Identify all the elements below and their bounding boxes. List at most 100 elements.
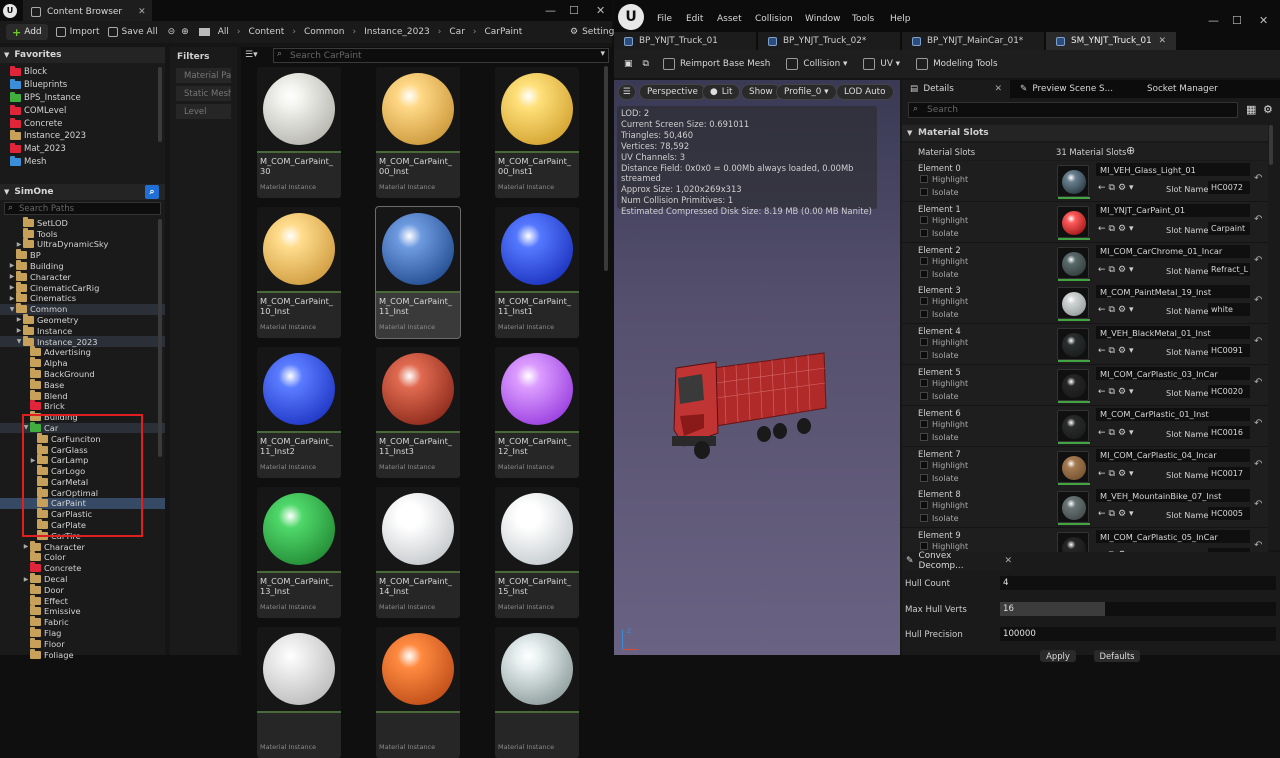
material-action-icons[interactable]: ←⧉⚙▾ bbox=[1098, 346, 1137, 356]
menu-item[interactable]: File bbox=[657, 14, 672, 24]
expand-arrow-icon[interactable]: ▶ bbox=[8, 262, 16, 269]
add-button[interactable]: + Add bbox=[6, 24, 48, 40]
tree-folder-item[interactable]: ▶ UltraDynamicSky bbox=[0, 238, 165, 250]
breadcrumb-item[interactable]: All bbox=[218, 27, 229, 37]
reset-arrow-icon[interactable]: ↶ bbox=[1254, 295, 1262, 306]
tree-folder-item[interactable]: Brick bbox=[0, 400, 165, 412]
material-thumbnail[interactable] bbox=[1057, 165, 1090, 199]
highlight-checkbox[interactable] bbox=[920, 175, 928, 183]
slot-name-field[interactable]: HC0091 bbox=[1208, 344, 1250, 358]
material-name-field[interactable]: M_COM_CarPlastic_01_Inst bbox=[1096, 407, 1250, 421]
expand-arrow-icon[interactable]: ▶ bbox=[8, 295, 16, 302]
details-scrollbar[interactable] bbox=[1269, 125, 1273, 165]
isolate-checkbox[interactable] bbox=[920, 432, 928, 441]
filter-chip[interactable]: Material Pa bbox=[176, 68, 231, 83]
menu-item[interactable]: Help bbox=[890, 14, 911, 24]
reset-arrow-icon[interactable]: ↶ bbox=[1254, 377, 1262, 388]
viewport-menu-button[interactable]: ☰ bbox=[618, 84, 636, 100]
tree-folder-item[interactable]: Blend bbox=[0, 389, 165, 401]
expand-arrow-icon[interactable]: ▶ bbox=[8, 273, 16, 280]
material-name-field[interactable]: MI_COM_CarPlastic_04_Incar bbox=[1096, 448, 1250, 462]
material-action-icons[interactable]: ←⧉⚙▾ bbox=[1098, 183, 1137, 193]
details-tab[interactable]: ▤ Details ✕ bbox=[902, 80, 1010, 98]
tree-folder-item[interactable]: ▼ Instance_2023 bbox=[0, 335, 165, 347]
asset-tile[interactable]: Material Instance bbox=[257, 627, 341, 758]
expand-arrow-icon[interactable]: ▶ bbox=[15, 316, 23, 323]
table-view-icon[interactable]: ▦ bbox=[1246, 103, 1256, 116]
minimize-icon[interactable]: — bbox=[1208, 14, 1219, 27]
material-action-icons[interactable]: ←⧉⚙▾ bbox=[1098, 224, 1137, 234]
favorite-item[interactable]: Mesh bbox=[0, 155, 165, 169]
tree-folder-item[interactable]: Color bbox=[0, 551, 165, 563]
filter-chip[interactable]: Level bbox=[176, 104, 231, 119]
highlight-checkbox[interactable] bbox=[920, 379, 928, 387]
close-tab-icon[interactable]: ✕ bbox=[995, 84, 1002, 94]
asset-tile[interactable]: M_COM_CarPaint_00_Inst Material Instance bbox=[376, 67, 460, 198]
details-search-input[interactable]: ⌕ Search bbox=[908, 102, 1238, 118]
highlight-checkbox[interactable] bbox=[920, 460, 928, 469]
material-thumbnail[interactable] bbox=[1057, 369, 1090, 403]
highlight-checkbox[interactable] bbox=[920, 419, 928, 428]
menu-item[interactable]: Asset bbox=[717, 14, 742, 24]
favorite-item[interactable]: Concrete bbox=[0, 117, 165, 130]
tree-folder-item[interactable]: Emissive bbox=[0, 605, 165, 617]
isolate-checkbox[interactable] bbox=[920, 514, 928, 523]
tree-folder-item[interactable]: BP bbox=[0, 249, 165, 261]
favorite-item[interactable]: BPS_Instance bbox=[0, 91, 165, 105]
uv-dropdown[interactable]: UV ▾ bbox=[863, 58, 900, 70]
tree-folder-item[interactable]: ▼ Common bbox=[0, 303, 165, 315]
close-tab-icon[interactable]: ✕ bbox=[138, 7, 146, 17]
menu-item[interactable]: Collision bbox=[755, 14, 793, 24]
material-thumbnail[interactable] bbox=[1057, 409, 1090, 444]
highlight-checkbox[interactable] bbox=[920, 215, 928, 224]
reset-arrow-icon[interactable]: ↶ bbox=[1254, 540, 1262, 551]
asset-tile[interactable]: M_COM_CarPaint_14_Inst Material Instance bbox=[376, 487, 460, 618]
perspective-button[interactable]: Perspective bbox=[639, 84, 706, 100]
tree-folder-item[interactable]: ▶ Character bbox=[0, 270, 165, 282]
tree-folder-item[interactable]: Alpha bbox=[0, 357, 165, 369]
tree-folder-item[interactable]: Base bbox=[0, 378, 165, 390]
tree-folder-item[interactable]: Concrete bbox=[0, 562, 165, 574]
material-name-field[interactable]: M_COM_PaintMetal_19_Inst bbox=[1096, 285, 1250, 299]
isolate-checkbox[interactable] bbox=[920, 269, 928, 278]
apply-button[interactable]: Apply bbox=[1040, 650, 1076, 662]
highlight-checkbox[interactable] bbox=[920, 501, 928, 510]
material-name-field[interactable]: M_VEH_MountainBike_07_Inst bbox=[1096, 489, 1250, 503]
isolate-checkbox[interactable] bbox=[920, 188, 928, 196]
search-paths-input[interactable]: Search Paths bbox=[4, 202, 161, 216]
profile-dropdown[interactable]: Profile_0 ▾ bbox=[776, 84, 837, 100]
asset-editor-tab[interactable]: BP_YNJT_Truck_01 bbox=[614, 32, 756, 50]
isolate-checkbox[interactable] bbox=[920, 392, 928, 400]
expand-arrow-icon[interactable]: ▶ bbox=[22, 576, 30, 583]
asset-tile[interactable]: M_COM_CarPaint_11_Inst1 Material Instance bbox=[495, 207, 579, 338]
tree-folder-item[interactable]: ▶ Character bbox=[0, 540, 165, 552]
material-name-field[interactable]: MI_COM_CarPlastic_03_InCar bbox=[1096, 367, 1250, 380]
reset-arrow-icon[interactable]: ↶ bbox=[1254, 418, 1262, 429]
favorite-item[interactable]: Block bbox=[0, 66, 165, 79]
tree-folder-item[interactable]: ▶ Instance bbox=[0, 324, 165, 336]
asset-tile[interactable]: M_COM_CarPaint_12_Inst Material Instance bbox=[495, 347, 579, 478]
collision-dropdown[interactable]: Collision ▾ bbox=[786, 58, 847, 70]
expand-arrow-icon[interactable]: ▼ bbox=[8, 306, 16, 313]
asset-tile[interactable]: M_COM_CarPaint_30 Material Instance bbox=[257, 67, 341, 198]
modeling-tools-button[interactable]: Modeling Tools bbox=[916, 58, 998, 70]
asset-tile[interactable]: M_COM_CarPaint_10_Inst Material Instance bbox=[257, 207, 341, 338]
material-name-field[interactable]: M_VEH_BlackMetal_01_Inst bbox=[1096, 326, 1250, 340]
material-thumbnail[interactable] bbox=[1057, 287, 1090, 322]
convex-tab[interactable]: ✎ Convex Decomp... ✕ bbox=[902, 551, 1012, 571]
max-hull-verts-slider[interactable]: 16 bbox=[1000, 602, 1276, 616]
material-action-icons[interactable]: ←⧉⚙▾ bbox=[1098, 509, 1137, 519]
menu-item[interactable]: Tools bbox=[852, 14, 874, 24]
asset-search-input[interactable]: ⌕ Search CarPaint ▾ bbox=[273, 48, 609, 63]
tree-folder-item[interactable]: Floor bbox=[0, 637, 165, 649]
asset-tile[interactable]: M_COM_CarPaint_00_Inst1 Material Instance bbox=[495, 67, 579, 198]
asset-tile[interactable]: Material Instance bbox=[376, 627, 460, 758]
material-action-icons[interactable]: ←⧉⚙▾ bbox=[1098, 305, 1137, 315]
material-thumbnail[interactable] bbox=[1057, 450, 1090, 485]
filter-chip[interactable]: Static Mesh bbox=[176, 86, 231, 101]
details-tab[interactable]: ✎ Preview Scene S... bbox=[1012, 80, 1132, 98]
favorite-item[interactable]: Blueprints bbox=[0, 79, 165, 92]
reset-arrow-icon[interactable]: ↶ bbox=[1254, 214, 1262, 225]
expand-arrow-icon[interactable]: ▶ bbox=[15, 241, 23, 248]
lod-dropdown[interactable]: LOD Auto bbox=[836, 84, 894, 100]
